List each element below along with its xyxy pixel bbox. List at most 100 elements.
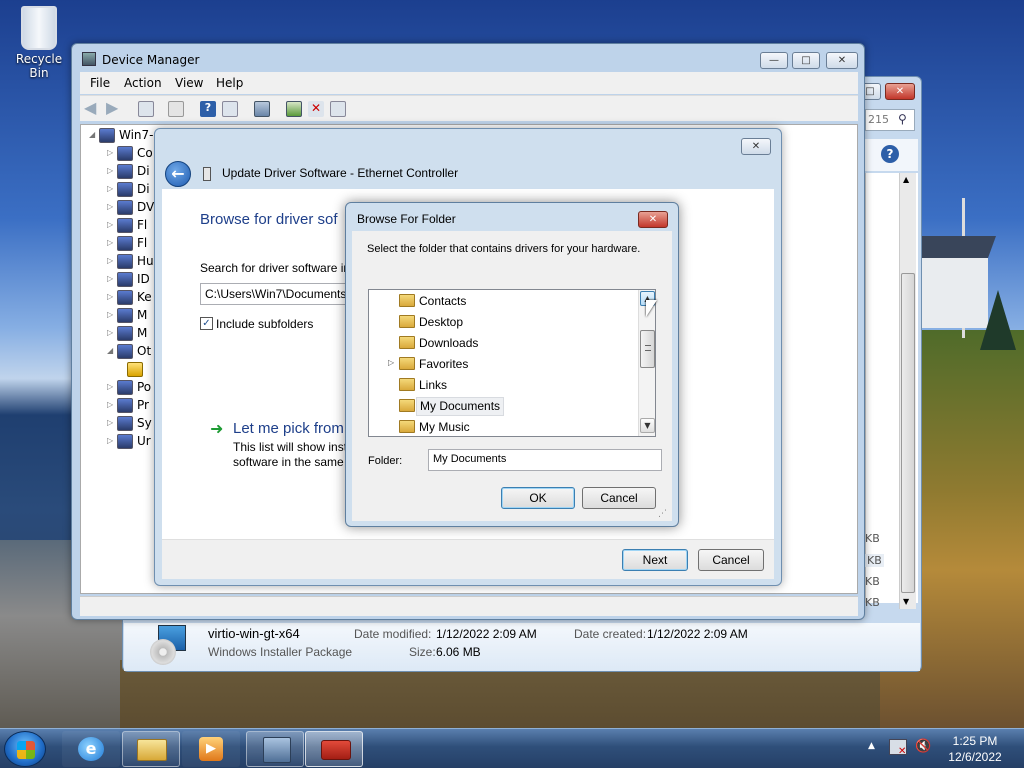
scan-hardware-icon[interactable] bbox=[254, 101, 270, 117]
folder-item[interactable]: My Documents bbox=[369, 396, 639, 417]
expand-arrow-icon[interactable]: ▷ bbox=[107, 400, 113, 409]
taskbar-device-manager[interactable] bbox=[246, 731, 304, 767]
folder-name: Favorites bbox=[419, 357, 469, 371]
help-icon[interactable]: ? bbox=[200, 101, 216, 117]
clock-date[interactable]: 12/6/2022 bbox=[940, 750, 1010, 764]
list-view-icon[interactable] bbox=[168, 101, 184, 117]
expand-arrow-icon[interactable]: ▷ bbox=[107, 184, 113, 193]
device-category-icon bbox=[117, 146, 133, 161]
folder-item[interactable]: Desktop bbox=[369, 312, 639, 333]
properties-view-icon[interactable] bbox=[138, 101, 154, 117]
date-created-value: 1/12/2022 2:09 AM bbox=[647, 627, 748, 641]
help-icon[interactable]: ? bbox=[881, 145, 899, 163]
size-label: Size: bbox=[409, 645, 436, 659]
taskbar-toolbox-app[interactable] bbox=[305, 731, 363, 767]
dialog-close-button[interactable]: ✕ bbox=[638, 211, 668, 228]
ok-button[interactable]: OK bbox=[501, 487, 575, 509]
menu-bar: File Action View Help bbox=[80, 72, 858, 94]
uninstall-icon[interactable]: ✕ bbox=[308, 101, 324, 117]
device-category-icon bbox=[117, 344, 133, 359]
update-driver-icon[interactable] bbox=[286, 101, 302, 117]
details-pane: virtio-win-gt-x64 Windows Installer Pack… bbox=[124, 623, 920, 671]
scroll-down-icon[interactable]: ▼ bbox=[903, 597, 909, 606]
folder-item[interactable]: Links bbox=[369, 375, 639, 396]
recycle-bin[interactable]: Recycle Bin bbox=[6, 6, 72, 80]
device-category-icon bbox=[117, 182, 133, 197]
folder-name: Links bbox=[419, 378, 448, 392]
volume-muted-icon[interactable]: 🔇 bbox=[915, 739, 933, 755]
explorer-scrollbar[interactable]: ▲ ▼ bbox=[899, 173, 916, 609]
expand-arrow-icon[interactable]: ▷ bbox=[107, 148, 113, 157]
menu-file[interactable]: File bbox=[90, 76, 110, 90]
size-value: 6.06 MB bbox=[436, 645, 481, 659]
show-hidden-icons-arrow-icon[interactable]: ▲ bbox=[868, 741, 875, 751]
taskbar: e ▶ ▲ ✕ 🔇 1:25 PM 12/6/2022 bbox=[0, 728, 1024, 768]
status-bar bbox=[80, 596, 858, 616]
dialog-title: Browse For Folder bbox=[357, 212, 456, 226]
expand-arrow-icon[interactable]: ▷ bbox=[107, 436, 113, 445]
folder-item[interactable]: My Music bbox=[369, 417, 639, 436]
folder-tree[interactable]: Contacts Desktop Downloads ▷ Favorites Links M… bbox=[368, 289, 656, 437]
pick-from-list-link[interactable]: Let me pick from bbox=[233, 420, 344, 437]
dialog-instruction: Select the folder that contains drivers … bbox=[367, 243, 641, 255]
forward-arrow-icon[interactable]: ▶ bbox=[106, 98, 122, 117]
wallpaper-tree bbox=[980, 290, 1016, 350]
expand-arrow-icon[interactable]: ▷ bbox=[107, 328, 113, 337]
device-category-icon bbox=[99, 128, 115, 143]
back-arrow-icon[interactable]: ◀ bbox=[84, 98, 100, 117]
menu-action[interactable]: Action bbox=[124, 76, 162, 90]
expand-arrow-icon[interactable]: ▷ bbox=[107, 292, 113, 301]
expand-arrow-icon[interactable]: ▷ bbox=[107, 220, 113, 229]
include-subfolders-checkbox[interactable]: ✓ bbox=[200, 317, 213, 330]
taskbar-internet-explorer[interactable]: e bbox=[62, 731, 120, 767]
menu-view[interactable]: View bbox=[175, 76, 203, 90]
scroll-down-button[interactable]: ▼ bbox=[640, 418, 655, 433]
device-category-icon bbox=[117, 254, 133, 269]
disable-device-icon[interactable] bbox=[330, 101, 346, 117]
expand-arrow-icon[interactable]: ▷ bbox=[107, 238, 113, 247]
expand-arrow-icon[interactable]: ▷ bbox=[107, 418, 113, 427]
expand-arrow-icon[interactable]: ▷ bbox=[107, 166, 113, 175]
taskbar-explorer[interactable] bbox=[122, 731, 180, 767]
expand-arrow-icon[interactable]: ▷ bbox=[107, 310, 113, 319]
collapse-arrow-icon[interactable]: ◢ bbox=[89, 130, 95, 139]
expand-arrow-icon[interactable]: ▷ bbox=[107, 382, 113, 391]
folder-input[interactable]: My Documents bbox=[428, 449, 662, 471]
folder-scroll-thumb[interactable] bbox=[640, 330, 655, 368]
wizard-back-button[interactable]: ← bbox=[165, 161, 191, 187]
folder-item[interactable]: ▷ Favorites bbox=[369, 354, 639, 375]
minimize-button[interactable]: — bbox=[760, 52, 788, 69]
clock-time[interactable]: 1:25 PM bbox=[940, 734, 1010, 748]
tree-node-label: Di bbox=[137, 182, 150, 196]
explorer-search-box[interactable]: 215 ⚲ bbox=[865, 109, 915, 131]
scroll-up-icon[interactable]: ▲ bbox=[903, 175, 909, 184]
start-button[interactable] bbox=[4, 731, 46, 767]
expand-arrow-icon[interactable]: ▷ bbox=[107, 202, 113, 211]
installer-package-icon bbox=[150, 625, 192, 667]
search-location-label: Search for driver software in bbox=[200, 261, 351, 275]
show-hidden-icon[interactable] bbox=[222, 101, 238, 117]
taskbar-media-player[interactable]: ▶ bbox=[182, 731, 240, 767]
folder-item[interactable]: Contacts bbox=[369, 291, 639, 312]
tree-node-label: Sy bbox=[137, 416, 152, 430]
wizard-close-button[interactable]: ✕ bbox=[741, 138, 771, 155]
dialog-cancel-button[interactable]: Cancel bbox=[582, 487, 656, 509]
menu-help[interactable]: Help bbox=[216, 76, 243, 90]
resize-grip-icon[interactable]: ⋰ bbox=[658, 509, 667, 519]
explorer-close-button[interactable]: ✕ bbox=[885, 83, 915, 100]
explorer-scroll-thumb[interactable] bbox=[901, 273, 915, 593]
path-input[interactable]: C:\Users\Win7\Documents bbox=[200, 283, 350, 305]
close-button[interactable]: ✕ bbox=[826, 52, 858, 69]
browse-for-folder-dialog[interactable]: Browse For Folder ✕ Select the folder th… bbox=[345, 202, 679, 527]
tree-node-label: Po bbox=[137, 380, 152, 394]
next-button[interactable]: Next bbox=[622, 549, 688, 571]
network-icon[interactable]: ✕ bbox=[889, 739, 907, 757]
maximize-button[interactable]: □ bbox=[792, 52, 820, 69]
expand-arrow-icon[interactable]: ▷ bbox=[388, 358, 394, 367]
cancel-button[interactable]: Cancel bbox=[698, 549, 764, 571]
folder-item[interactable]: Downloads bbox=[369, 333, 639, 354]
expand-arrow-icon[interactable]: ▷ bbox=[107, 274, 113, 283]
collapse-arrow-icon[interactable]: ◢ bbox=[107, 346, 113, 355]
tree-node-label: Fl bbox=[137, 236, 148, 250]
expand-arrow-icon[interactable]: ▷ bbox=[107, 256, 113, 265]
